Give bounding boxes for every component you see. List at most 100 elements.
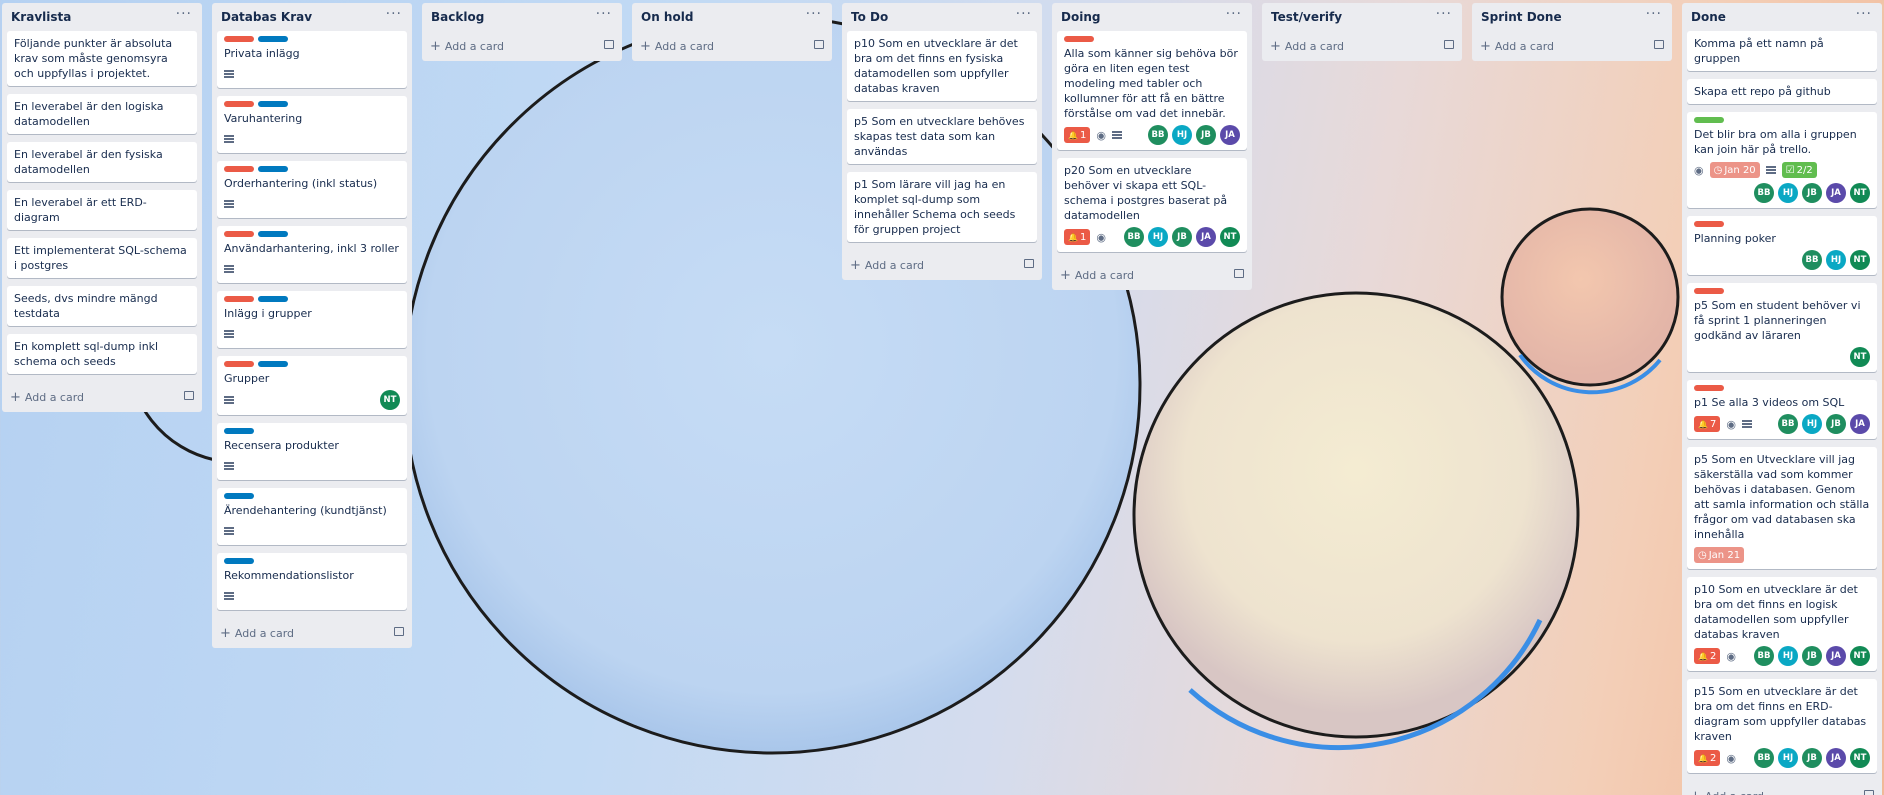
card[interactable]: Alla som känner sig behöva bör göra en l… — [1057, 31, 1247, 150]
add-card-button[interactable]: +Add a card — [1262, 31, 1462, 61]
avatar[interactable]: NT — [380, 390, 400, 410]
avatar[interactable]: HJ — [1778, 646, 1798, 666]
due-date-badge[interactable]: ◷ Jan 20 — [1709, 162, 1760, 178]
card-template-icon[interactable] — [394, 627, 404, 636]
card[interactable]: Det blir bra om alla i gruppen kan join … — [1687, 112, 1877, 208]
card-template-icon[interactable] — [1654, 40, 1664, 49]
card[interactable]: Ärendehantering (kundtjänst) — [217, 488, 407, 545]
avatar[interactable]: JB — [1802, 748, 1822, 768]
avatar[interactable]: BB — [1124, 227, 1144, 247]
add-card-button[interactable]: +Add a card — [632, 31, 832, 61]
card[interactable]: p5 Som en Utvecklare vill jag säkerställ… — [1687, 447, 1877, 569]
avatar[interactable]: JA — [1826, 646, 1846, 666]
label-red[interactable] — [1694, 385, 1724, 391]
card-template-icon[interactable] — [184, 391, 194, 400]
avatar[interactable]: NT — [1850, 183, 1870, 203]
card[interactable]: p20 Som en utvecklare behöver vi skapa e… — [1057, 158, 1247, 252]
avatar[interactable]: JB — [1826, 414, 1846, 434]
label-red[interactable] — [1694, 221, 1724, 227]
avatar[interactable]: JA — [1196, 227, 1216, 247]
label-blue[interactable] — [258, 101, 288, 107]
avatar[interactable]: BB — [1754, 748, 1774, 768]
label-red[interactable] — [1694, 288, 1724, 294]
add-card-button[interactable]: +Add a card — [1472, 31, 1672, 61]
add-card-button[interactable]: +Add a card — [1682, 781, 1882, 795]
card[interactable]: En leverabel är den fysiska datamodellen — [7, 142, 197, 182]
avatar[interactable]: BB — [1754, 646, 1774, 666]
avatar[interactable]: NT — [1850, 748, 1870, 768]
label-blue[interactable] — [258, 296, 288, 302]
card[interactable]: Skapa ett repo på github — [1687, 79, 1877, 104]
label-blue[interactable] — [224, 558, 254, 564]
avatar[interactable]: NT — [1220, 227, 1240, 247]
card-template-icon[interactable] — [1444, 40, 1454, 49]
list-menu-icon[interactable]: ··· — [386, 6, 402, 22]
avatar[interactable]: HJ — [1826, 250, 1846, 270]
list-title[interactable]: Sprint Done — [1481, 10, 1562, 24]
label-red[interactable] — [224, 166, 254, 172]
add-card-button[interactable]: +Add a card — [842, 250, 1042, 280]
avatar[interactable]: JB — [1172, 227, 1192, 247]
label-red[interactable] — [224, 36, 254, 42]
card[interactable]: Seeds, dvs mindre mängd testdata — [7, 286, 197, 326]
card[interactable]: p5 Som en utvecklare behöves skapas test… — [847, 109, 1037, 164]
avatar[interactable]: NT — [1850, 646, 1870, 666]
label-red[interactable] — [224, 296, 254, 302]
avatar[interactable]: HJ — [1778, 183, 1798, 203]
due-date-badge[interactable]: ◷ Jan 21 — [1694, 547, 1745, 563]
avatar[interactable]: JA — [1220, 125, 1240, 145]
card[interactable]: Inlägg i grupper — [217, 291, 407, 348]
card[interactable]: Användarhantering, inkl 3 roller — [217, 226, 407, 283]
card[interactable]: Grupper NT — [217, 356, 407, 415]
card-template-icon[interactable] — [1864, 790, 1874, 795]
card[interactable]: Följande punkter är absoluta krav som må… — [7, 31, 197, 86]
list-menu-icon[interactable]: ··· — [176, 6, 192, 22]
card[interactable]: p10 Som en utvecklare är det bra om det … — [1687, 577, 1877, 671]
card-template-icon[interactable] — [1234, 269, 1244, 278]
card-template-icon[interactable] — [1024, 259, 1034, 268]
list-menu-icon[interactable]: ··· — [806, 6, 822, 22]
avatar[interactable]: HJ — [1172, 125, 1192, 145]
card[interactable]: Komma på ett namn på gruppen — [1687, 31, 1877, 71]
add-card-button[interactable]: +Add a card — [2, 382, 202, 412]
add-card-button[interactable]: +Add a card — [422, 31, 622, 61]
card[interactable]: En leverabel är ett ERD-diagram — [7, 190, 197, 230]
avatar[interactable]: HJ — [1148, 227, 1168, 247]
avatar[interactable]: BB — [1148, 125, 1168, 145]
add-card-button[interactable]: +Add a card — [212, 618, 412, 648]
list-menu-icon[interactable]: ··· — [1226, 6, 1242, 22]
label-red[interactable] — [1064, 36, 1094, 42]
card[interactable]: En komplett sql-dump inkl schema och see… — [7, 334, 197, 374]
list-menu-icon[interactable]: ··· — [596, 6, 612, 22]
label-green[interactable] — [1694, 117, 1724, 123]
list-menu-icon[interactable]: ··· — [1646, 6, 1662, 22]
label-blue[interactable] — [224, 493, 254, 499]
card-template-icon[interactable] — [814, 40, 824, 49]
avatar[interactable]: BB — [1778, 414, 1798, 434]
card[interactable]: Privata inlägg — [217, 31, 407, 88]
label-red[interactable] — [224, 361, 254, 367]
avatar[interactable]: NT — [1850, 250, 1870, 270]
list-menu-icon[interactable]: ··· — [1016, 6, 1032, 22]
card[interactable]: En leverabel är den logiska datamodellen — [7, 94, 197, 134]
list-title[interactable]: Backlog — [431, 10, 484, 24]
avatar[interactable]: BB — [1802, 250, 1822, 270]
avatar[interactable]: JB — [1802, 646, 1822, 666]
list-menu-icon[interactable]: ··· — [1856, 6, 1872, 22]
avatar[interactable]: JA — [1826, 748, 1846, 768]
card[interactable]: p5 Som en student behöver vi få sprint 1… — [1687, 283, 1877, 372]
card[interactable]: Ett implementerat SQL-schema i postgres — [7, 238, 197, 278]
list-title[interactable]: Doing — [1061, 10, 1100, 24]
avatar[interactable]: JA — [1850, 414, 1870, 434]
card[interactable]: p1 Som lärare vill jag ha en komplet sql… — [847, 172, 1037, 242]
label-red[interactable] — [224, 101, 254, 107]
card-template-icon[interactable] — [604, 40, 614, 49]
label-red[interactable] — [224, 231, 254, 237]
card[interactable]: Rekommendationslistor — [217, 553, 407, 610]
avatar[interactable]: JB — [1802, 183, 1822, 203]
list-title[interactable]: Done — [1691, 10, 1726, 24]
list-title[interactable]: Databas Krav — [221, 10, 312, 24]
card[interactable]: p1 Se alla 3 videos om SQL 🔔 7 ◉ BB HJ JB JA — [1687, 380, 1877, 439]
list-title[interactable]: To Do — [851, 10, 888, 24]
list-title[interactable]: Kravlista — [11, 10, 71, 24]
